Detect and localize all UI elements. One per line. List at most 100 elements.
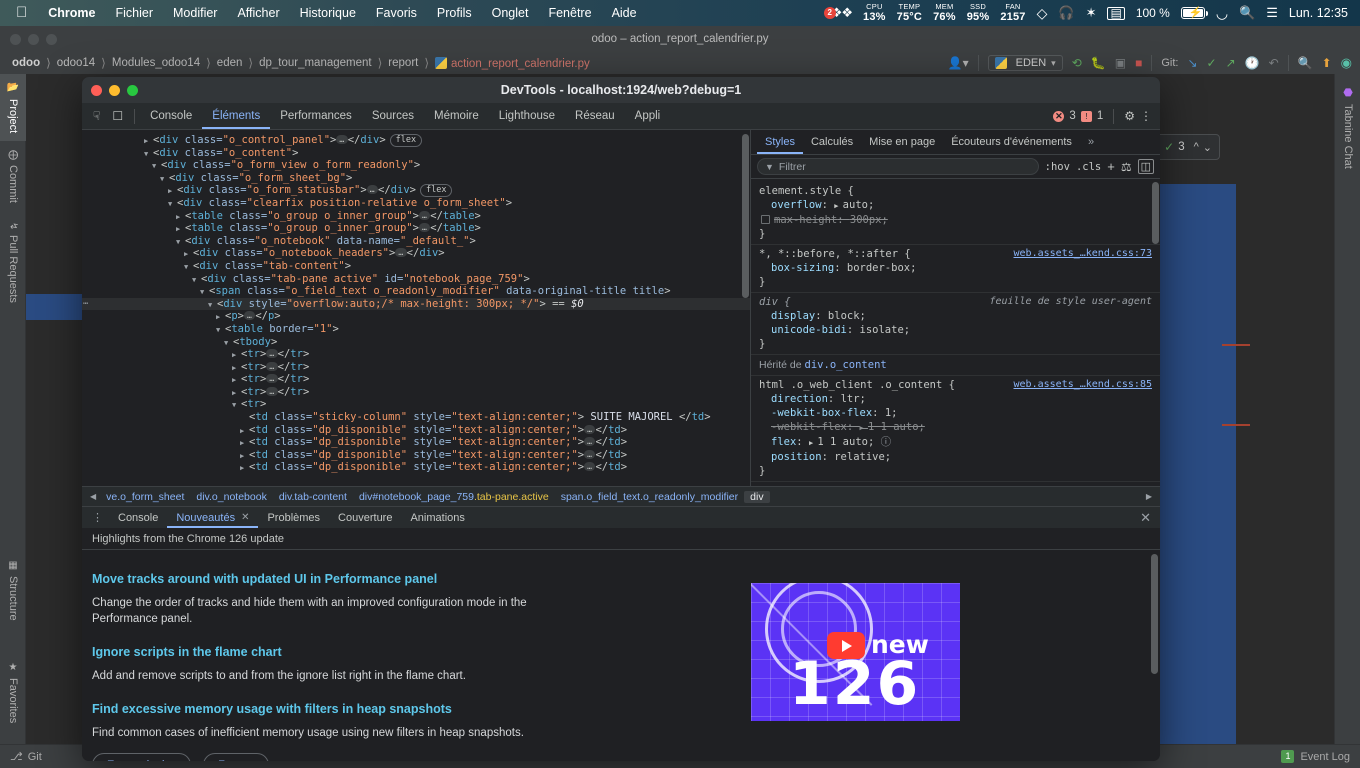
- breadcrumb-modules[interactable]: Modules_odoo14: [108, 57, 204, 69]
- expand-node-icon[interactable]: [176, 210, 185, 224]
- dom-tree-node[interactable]: <div class="o_form_statusbar">…</div>fle…: [82, 184, 750, 198]
- breadcrumb-dp-tour-management[interactable]: dp_tour_management: [255, 57, 376, 69]
- tab-reseau[interactable]: Réseau: [565, 103, 625, 129]
- whats-new-item-title[interactable]: Find excessive memory usage with filters…: [92, 702, 1138, 716]
- css-property-name[interactable]: box-sizing: [771, 262, 834, 274]
- collapsed-children-icon[interactable]: …: [584, 437, 596, 447]
- expand-node-icon[interactable]: [240, 436, 249, 450]
- collapsed-children-icon[interactable]: …: [584, 424, 596, 434]
- breadcrumb-root[interactable]: odoo: [8, 57, 44, 69]
- css-property-value[interactable]: block;: [828, 310, 866, 322]
- bluetooth-icon[interactable]: ✶: [1086, 5, 1097, 21]
- whats-new-item-title[interactable]: Move tracks around with updated UI in Pe…: [92, 572, 1138, 586]
- hov-toggle[interactable]: :hov: [1045, 161, 1070, 173]
- sidebar-item-tabnine-chat[interactable]: ⬣ Tabnine Chat: [1335, 78, 1360, 177]
- drawer-tab-problemes[interactable]: Problèmes: [258, 507, 329, 528]
- expand-node-icon[interactable]: [240, 461, 249, 475]
- css-property-value[interactable]: 300px;: [850, 214, 888, 226]
- css-declaration[interactable]: direction: ltr;: [759, 392, 1152, 406]
- battery-icon[interactable]: ⚡: [1180, 7, 1208, 19]
- dom-tree-node[interactable]: <div class="o_notebook_headers">…</div>: [82, 247, 750, 260]
- sidebar-item-project[interactable]: 📂 Project: [0, 74, 26, 142]
- git-commit-icon[interactable]: ✓: [1207, 57, 1217, 69]
- dom-tree-scrollbar[interactable]: [742, 134, 749, 298]
- stop-button[interactable]: ■: [1135, 57, 1142, 69]
- menu-bar-clock[interactable]: Lun. 12:35: [1289, 6, 1348, 20]
- device-toolbar-icon[interactable]: ☐: [106, 103, 129, 129]
- css-declaration[interactable]: flex: ▶ 1 1 auto; ⓘ: [759, 435, 1152, 450]
- dom-node-menu-icon[interactable]: ⋯: [83, 298, 88, 311]
- css-property-name[interactable]: -webkit-box-flex: [771, 407, 872, 419]
- minimize-window-button[interactable]: [109, 85, 120, 96]
- menu-favoris[interactable]: Favoris: [366, 6, 427, 20]
- expand-node-icon[interactable]: [176, 222, 185, 236]
- tab-performances[interactable]: Performances: [270, 103, 362, 129]
- expand-node-icon[interactable]: [168, 184, 177, 198]
- drawer-close-icon[interactable]: ✕: [1140, 510, 1160, 526]
- info-icon[interactable]: ⓘ: [874, 436, 892, 448]
- screenshot-icon[interactable]: ▤: [1107, 6, 1125, 20]
- collapsed-children-icon[interactable]: …: [266, 386, 278, 396]
- dom-breadcrumb-item[interactable]: span.o_field_text.o_readonly_modifier: [555, 491, 744, 503]
- debug-button[interactable]: 🐛: [1091, 57, 1106, 69]
- ai-assistant-icon[interactable]: ◉: [1341, 55, 1352, 71]
- collapse-node-icon[interactable]: [176, 235, 185, 249]
- expand-node-icon[interactable]: [144, 134, 153, 148]
- ide-window-controls[interactable]: [10, 34, 57, 45]
- wifi-icon[interactable]: ◡: [1216, 5, 1228, 22]
- run-configuration-selector[interactable]: EDEN ▾: [987, 55, 1063, 71]
- dom-tree-node[interactable]: <table border="1">: [82, 323, 750, 336]
- collapse-node-icon[interactable]: [200, 285, 209, 299]
- tab-layout[interactable]: Mise en page: [861, 130, 943, 154]
- git-history-icon[interactable]: 🕐: [1245, 57, 1260, 69]
- css-declaration[interactable]: unicode-bidi: isolate;: [759, 323, 1152, 337]
- dom-tree-node[interactable]: <p>…</p>: [82, 310, 750, 323]
- flex-badge[interactable]: flex: [389, 134, 423, 147]
- collapsed-children-icon[interactable]: …: [243, 311, 256, 321]
- css-property-name[interactable]: flex: [771, 436, 796, 448]
- expand-node-icon[interactable]: [232, 361, 241, 375]
- drawer-tab-nouveautes[interactable]: Nouveautés ✕: [167, 507, 258, 528]
- notification-cluster-icon[interactable]: 2 ❖❖: [823, 5, 853, 21]
- dom-tree-node[interactable]: <div class="o_form_sheet_bg">: [82, 172, 750, 185]
- tab-event-listeners[interactable]: Écouteurs d'événements: [943, 130, 1080, 154]
- css-property-name[interactable]: position: [771, 451, 822, 463]
- collapse-node-icon[interactable]: [160, 172, 169, 186]
- learn-more-button[interactable]: En savoir plus: [92, 753, 192, 761]
- tab-computed[interactable]: Calculés: [803, 130, 861, 154]
- dom-tree-node[interactable]: <tr>…</tr>: [82, 386, 750, 399]
- dom-tree-node[interactable]: <div class="o_content">: [82, 147, 750, 160]
- css-declaration[interactable]: position: relative;: [759, 450, 1152, 464]
- whats-new-body[interactable]: Move tracks around with updated UI in Pe…: [82, 550, 1160, 761]
- collapse-node-icon[interactable]: [224, 336, 233, 350]
- dom-breadcrumb-item[interactable]: div#notebook_page_759.tab-pane.active: [353, 491, 555, 503]
- css-declaration[interactable]: max-height: 300px;: [759, 213, 1152, 227]
- css-declaration[interactable]: overflow: ▶ auto;: [759, 198, 1152, 213]
- expand-node-icon[interactable]: [232, 348, 241, 362]
- collapse-node-icon[interactable]: [216, 323, 225, 337]
- menu-modifier[interactable]: Modifier: [163, 6, 227, 20]
- expand-node-icon[interactable]: [240, 424, 249, 438]
- css-declaration[interactable]: -webkit-flex: ▶ 1 1 auto;: [759, 420, 1152, 435]
- css-property-value[interactable]: relative;: [834, 451, 891, 463]
- close-icon[interactable]: ✕: [241, 512, 249, 523]
- expand-node-icon[interactable]: [184, 247, 193, 261]
- dom-tree-node[interactable]: <div class="tab-pane active" id="noteboo…: [82, 273, 750, 286]
- drawer-tab-couverture[interactable]: Couverture: [329, 507, 401, 528]
- git-rollback-icon[interactable]: ↶: [1269, 57, 1279, 69]
- collapse-node-icon[interactable]: [192, 273, 201, 287]
- menu-fenetre[interactable]: Fenêtre: [538, 6, 601, 20]
- dom-tree-node[interactable]: <table class="o_group o_inner_group">…</…: [82, 222, 750, 235]
- css-property-name[interactable]: direction: [771, 393, 828, 405]
- chevron-double-right-icon[interactable]: »: [1080, 130, 1102, 154]
- panel-toggle-icon[interactable]: ◫: [1137, 159, 1154, 174]
- search-everywhere-icon[interactable]: 🔍: [1298, 57, 1313, 69]
- inspect-element-icon[interactable]: ☟: [87, 103, 106, 129]
- warning-count[interactable]: 1: [1097, 110, 1103, 122]
- tab-lighthouse[interactable]: Lighthouse: [489, 103, 565, 129]
- run-button[interactable]: ⟲: [1072, 57, 1082, 69]
- css-property-value[interactable]: border-box;: [847, 262, 917, 274]
- styles-filter-input[interactable]: ▼ Filtrer: [757, 158, 1039, 175]
- css-property-value[interactable]: auto;: [843, 199, 875, 211]
- tab-sources[interactable]: Sources: [362, 103, 424, 129]
